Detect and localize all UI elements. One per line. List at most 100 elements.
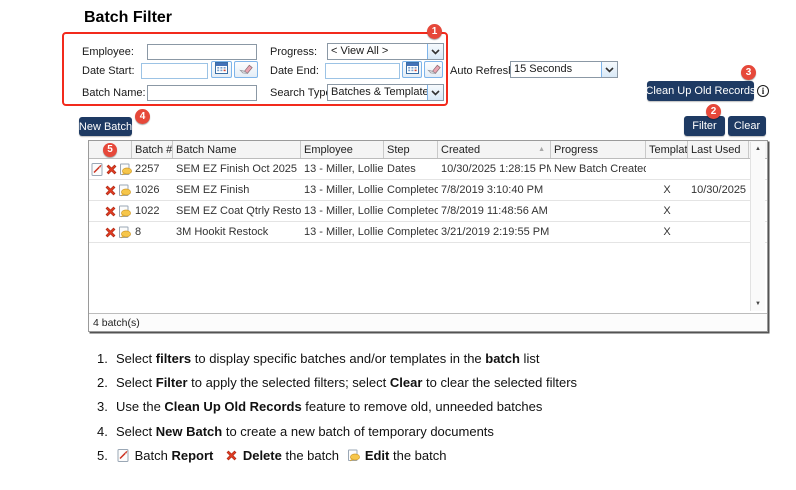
instruction-text: Select (116, 424, 156, 439)
row-actions-cell (89, 205, 132, 218)
batch-report-icon[interactable] (91, 163, 104, 176)
cell-created: 7/8/2019 11:48:56 AM (438, 205, 551, 217)
instruction-item-5: 5. Batch Report Delete the batch Edit th… (97, 448, 446, 465)
instruction-text: Select (116, 351, 156, 366)
date-end-calendar-button[interactable] (402, 61, 422, 78)
cell-progress: New Batch Created (551, 163, 646, 175)
scroll-up-icon[interactable]: ▲ (751, 146, 765, 152)
cell-batch-no: 1022 (132, 205, 173, 217)
eraser-icon (427, 61, 441, 79)
date-start-clear-button[interactable] (234, 61, 258, 78)
date-end-clear-button[interactable] (424, 61, 443, 78)
instruction-text: Clean Up Old Records (164, 399, 301, 414)
edit-icon[interactable] (118, 226, 131, 239)
page-title: Batch Filter (84, 9, 172, 27)
column-header-batch-name[interactable]: Batch Name (173, 141, 301, 158)
instruction-text: Select (116, 375, 156, 390)
annotation-badge-1: 1 (427, 24, 442, 39)
column-header-label: Step (387, 144, 410, 156)
cell-batch-name: SEM EZ Finish Oct 2025 (173, 163, 301, 175)
table-scrollbar[interactable]: ▲ ▼ (750, 142, 765, 311)
annotation-badge-4: 4 (135, 109, 150, 124)
cell-batch-name: SEM EZ Coat Qtrly Restock (173, 205, 301, 217)
instruction-text: New Batch (156, 424, 222, 439)
instruction-text: Batch (131, 448, 171, 463)
clear-button[interactable]: Clear (728, 116, 766, 136)
employee-input[interactable] (147, 44, 257, 60)
instruction-text: Use the (116, 399, 164, 414)
delete-icon[interactable] (105, 163, 118, 176)
column-header-label: Batch Name (176, 144, 237, 156)
instruction-item-1: 1.Select filters to display specific bat… (97, 351, 539, 366)
clean-up-old-records-button[interactable]: Clean Up Old Records (647, 81, 754, 101)
column-header-step[interactable]: Step (384, 141, 438, 158)
batch-name-input[interactable] (147, 85, 257, 101)
column-header-created[interactable]: Created▲ (438, 141, 551, 158)
delete-icon[interactable] (104, 205, 117, 218)
instruction-text: to clear the selected filters (422, 375, 577, 390)
row-actions-cell (89, 184, 132, 197)
instruction-number: 3. (97, 399, 116, 414)
column-header-progress[interactable]: Progress (551, 141, 646, 158)
table-row: 1026SEM EZ Finish13 - Miller, LollieComp… (89, 180, 767, 201)
instruction-text: Clear (390, 375, 423, 390)
scroll-down-icon[interactable]: ▼ (751, 301, 765, 307)
info-icon[interactable]: i (757, 85, 769, 97)
row-actions-cell (89, 226, 132, 239)
empty-icon-slot (91, 205, 103, 218)
instruction-text: the batch (389, 448, 446, 463)
cell-batch-no: 1026 (132, 184, 173, 196)
instruction-text: Edit (365, 448, 390, 463)
search-type-select[interactable]: Batches & Templates (327, 84, 444, 101)
progress-label: Progress: (270, 46, 317, 58)
row-actions-cell (89, 163, 132, 176)
instruction-text: Filter (156, 375, 188, 390)
table-row: 2257SEM EZ Finish Oct 202513 - Miller, L… (89, 159, 767, 180)
column-header-employee[interactable]: Employee (301, 141, 384, 158)
delete-icon[interactable] (104, 226, 117, 239)
cell-batch-name: SEM EZ Finish (173, 184, 301, 196)
sort-ascending-icon: ▲ (538, 146, 547, 153)
new-batch-button[interactable]: New Batch (79, 117, 132, 136)
batch-name-label: Batch Name: (82, 87, 146, 99)
date-start-input[interactable] (141, 63, 208, 79)
instruction-text: to display specific batches and/or templ… (191, 351, 485, 366)
column-header-row-actions: 5 (89, 141, 132, 158)
date-start-calendar-button[interactable] (211, 61, 232, 78)
column-header-label: Progress (554, 144, 598, 156)
batch-report-icon (117, 449, 130, 465)
auto-refresh-selected-value: 15 Seconds (511, 62, 601, 77)
table-body: 2257SEM EZ Finish Oct 202513 - Miller, L… (89, 159, 767, 243)
column-header-last-used[interactable]: Last Used (688, 141, 749, 158)
annotation-badge-2: 2 (706, 104, 721, 119)
cell-created: 3/21/2019 2:19:55 PM (438, 226, 551, 238)
search-type-label: Search Type: (270, 87, 335, 99)
delete-icon[interactable] (104, 184, 117, 197)
cell-step: Completed (384, 226, 438, 238)
instruction-item-3: 3.Use the Clean Up Old Records feature t… (97, 399, 542, 414)
edit-icon (347, 449, 360, 465)
cell-last-used: 10/30/2025 (688, 184, 749, 196)
instruction-item-2: 2.Select Filter to apply the selected fi… (97, 375, 577, 390)
instruction-number: 1. (97, 351, 116, 366)
edit-icon[interactable] (118, 184, 131, 197)
column-header-label: Template (649, 144, 688, 156)
calendar-icon (215, 61, 228, 79)
annotation-badge-5: 5 (103, 143, 117, 157)
chevron-down-icon (601, 62, 617, 77)
edit-icon[interactable] (119, 163, 132, 176)
column-header-batch[interactable]: Batch # (132, 141, 173, 158)
table-row: 1022SEM EZ Coat Qtrly Restock13 - Miller… (89, 201, 767, 222)
table-header-row: 5 Batch #Batch Name EmployeeStep Created▲Pr… (89, 141, 767, 159)
auto-refresh-select[interactable]: 15 Seconds (510, 61, 618, 78)
date-end-label: Date End: (270, 65, 319, 77)
column-header-template[interactable]: Template (646, 141, 688, 158)
table-row: 83M Hookit Restock13 - Miller, LollieCom… (89, 222, 767, 243)
cell-step: Dates (384, 163, 438, 175)
instruction-number: 4. (97, 424, 116, 439)
filter-button[interactable]: Filter (684, 116, 725, 136)
date-end-input[interactable] (325, 63, 400, 79)
progress-select[interactable]: < View All > (327, 43, 444, 60)
edit-icon[interactable] (118, 205, 131, 218)
instruction-number: 5. (97, 448, 116, 463)
